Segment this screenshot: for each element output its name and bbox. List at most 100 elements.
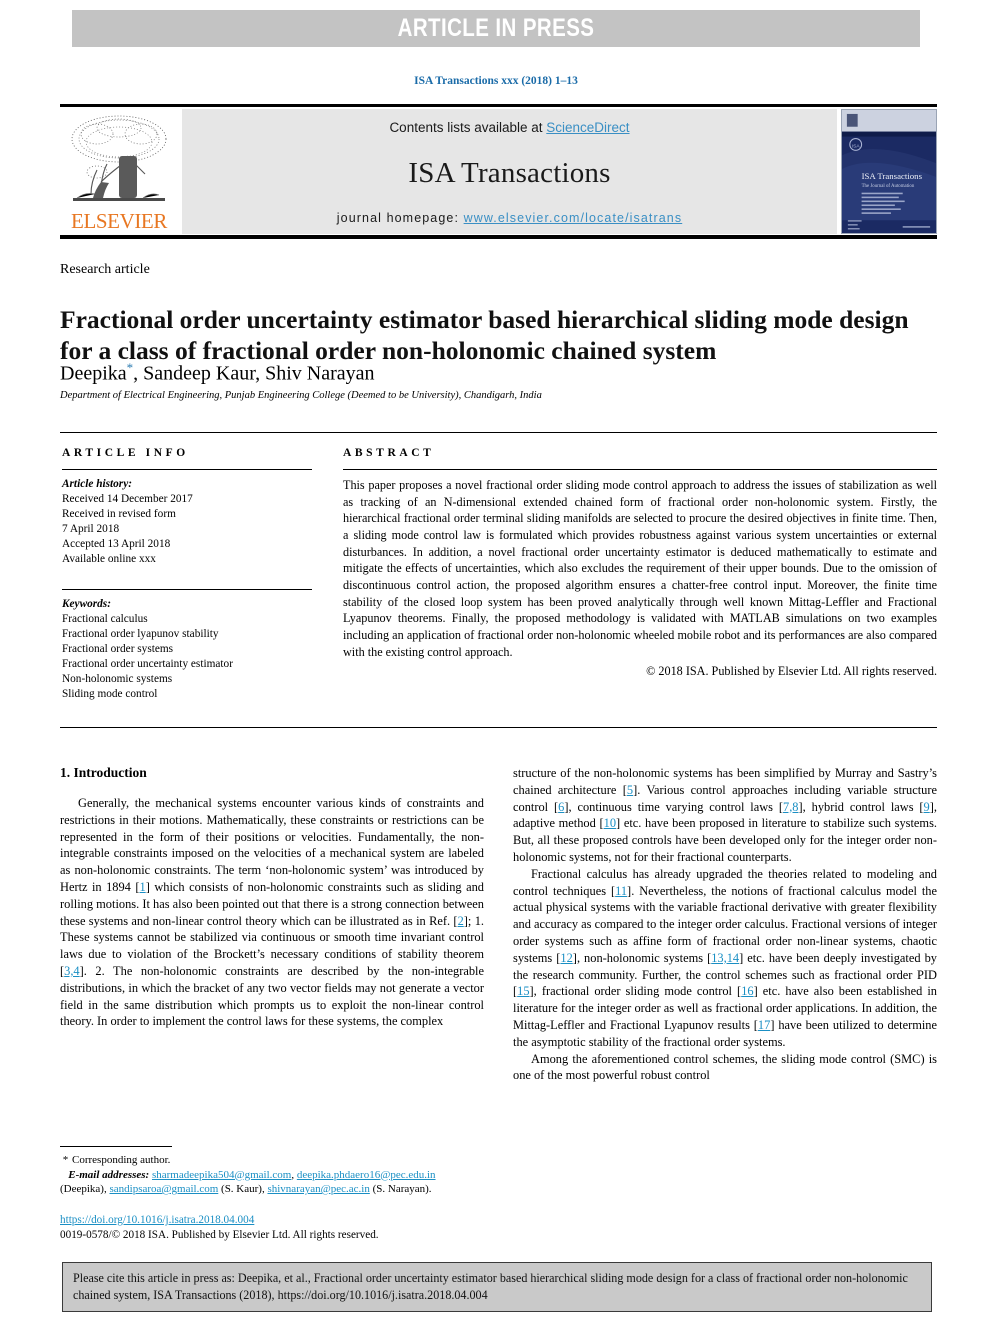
article-type-label: Research article	[60, 262, 150, 277]
history-item: Accepted 13 April 2018	[62, 538, 171, 551]
email-link-4[interactable]: shivnarayan@pec.ac.in	[267, 1183, 369, 1195]
elsevier-wordmark: ELSEVIER	[71, 209, 167, 233]
citation-ref-16[interactable]: 16	[741, 984, 753, 998]
body-column-right: structure of the non-holonomic systems h…	[513, 765, 937, 1084]
citation-ref-13-14[interactable]: 13,14	[711, 951, 739, 965]
elsevier-logo: ELSEVIER	[60, 109, 178, 234]
keyword-item: Fractional calculus	[62, 613, 148, 626]
author-deepika: Deepika	[60, 362, 127, 385]
email-link-1[interactable]: sharmadeepika504@gmail.com	[152, 1169, 291, 1181]
running-head: ISA Transactions xxx (2018) 1–13	[414, 75, 578, 87]
citation-ref-1[interactable]: 1	[140, 880, 146, 894]
para-text: , fractional order sliding mode control	[533, 984, 738, 999]
email-owner-4: (S. Narayan).	[369, 1183, 432, 1196]
contents-lists-line: Contents lists available at ScienceDirec…	[389, 120, 629, 135]
history-item: 7 April 2018	[62, 523, 120, 536]
svg-text:ISA Transactions: ISA Transactions	[862, 171, 923, 181]
para-text: , continuous time varying control laws	[568, 799, 779, 814]
elsevier-tree-icon	[67, 112, 171, 210]
para-text: , hybrid control laws	[802, 799, 920, 814]
svg-text:The Journal of Automation: The Journal of Automation	[862, 184, 915, 189]
corresponding-author-star: *	[62, 1154, 70, 1166]
abstract-rule	[343, 469, 937, 470]
abstract-heading: ABSTRACT	[343, 447, 435, 459]
keyword-item: Sliding mode control	[62, 688, 158, 701]
keyword-item: Fractional order systems	[62, 643, 174, 656]
info-band-bottom-rule	[60, 727, 937, 728]
contents-lists-prefix: Contents lists available at	[389, 120, 547, 135]
corresponding-author-text: Corresponding author.	[72, 1154, 171, 1166]
journal-cover-thumbnail: ISA ISA Transactions The Journal of Auto…	[841, 109, 937, 234]
citation-ref-10[interactable]: 10	[604, 816, 616, 830]
article-info-rule	[62, 469, 312, 470]
masthead-top-rule	[60, 104, 937, 107]
keyword-item: Non-holonomic systems	[62, 673, 173, 686]
email-link-2[interactable]: deepika.phdaero16@pec.edu.in	[297, 1169, 436, 1181]
info-band-top-rule	[60, 432, 937, 433]
journal-homepage-line: journal homepage: www.elsevier.com/locat…	[337, 211, 682, 225]
citation-ref-15[interactable]: 15	[517, 984, 529, 998]
section-heading-introduction: 1. Introduction	[60, 765, 147, 780]
para-text: , non-holonomic systems	[576, 950, 708, 965]
keyword-item: Fractional order uncertainty estimator	[62, 658, 233, 671]
corresponding-author-note: * Corresponding author.	[60, 1153, 484, 1168]
cite-this-article-text: Please cite this article in press as: De…	[73, 1271, 908, 1302]
masthead-body: ELSEVIER Contents lists available at Sci…	[60, 109, 937, 234]
article-in-press-banner: ARTICLE IN PRESS	[72, 10, 920, 47]
footnote-rule	[60, 1146, 172, 1147]
article-info-column: ARTICLE INFO Article history: Received 1…	[62, 447, 312, 702]
page-title: Fractional order uncertainty estimator b…	[60, 305, 909, 365]
email-addresses-note: E-mail addresses: sharmadeepika504@gmail…	[60, 1168, 436, 1196]
journal-title: ISA Transactions	[408, 156, 611, 189]
cite-this-article-box: Please cite this article in press as: De…	[62, 1262, 932, 1312]
citation-ref-6[interactable]: 6	[558, 800, 564, 814]
masthead-bottom-rule	[60, 235, 937, 239]
masthead-center-panel: Contents lists available at ScienceDirec…	[182, 109, 837, 234]
abstract-copyright: © 2018 ISA. Published by Elsevier Ltd. A…	[646, 664, 937, 679]
issn-copyright-line: 0019-0578/© 2018 ISA. Published by Elsev…	[60, 1229, 379, 1242]
paragraph-intro-2: Fractional calculus has already upgraded…	[513, 866, 938, 1049]
journal-homepage-label: journal homepage:	[336, 211, 464, 225]
citation-ref-2[interactable]: 2	[458, 914, 464, 928]
sciencedirect-link[interactable]: ScienceDirect	[546, 120, 629, 135]
paragraph-intro-3: Among the aforementioned control schemes…	[513, 1051, 937, 1083]
keywords-block: Keywords: Fractional calculus Fractional…	[62, 597, 312, 702]
author-list-rest: , Sandeep Kaur, Shiv Narayan	[133, 362, 375, 385]
article-info-heading: ARTICLE INFO	[62, 447, 189, 459]
article-in-press-label: ARTICLE IN PRESS	[397, 14, 595, 42]
history-item: Received 14 December 2017	[62, 493, 193, 506]
citation-ref-3-4[interactable]: 3,4	[64, 964, 80, 978]
email-owner-3: (S. Kaur),	[218, 1183, 268, 1196]
author-list: Deepika*, Sandeep Kaur, Shiv Narayan	[60, 360, 375, 386]
doi-link[interactable]: https://doi.org/10.1016/j.isatra.2018.04…	[60, 1214, 254, 1226]
footnote-block: * Corresponding author. E-mail addresses…	[60, 1146, 484, 1197]
paragraph-intro-1-cont: structure of the non-holonomic systems h…	[513, 766, 937, 864]
journal-homepage-link[interactable]: www.elsevier.com/locate/isatrans	[464, 211, 683, 225]
email-owner-1: (Deepika),	[60, 1183, 110, 1196]
body-column-left: 1. Introduction Generally, the mechanica…	[60, 765, 484, 1030]
doi-block: https://doi.org/10.1016/j.isatra.2018.04…	[60, 1213, 500, 1243]
history-item: Received in revised form	[62, 508, 176, 521]
abstract-column: ABSTRACT This paper proposes a novel fra…	[343, 447, 937, 679]
author-affiliation: Department of Electrical Engineering, Pu…	[60, 390, 542, 401]
history-item: Available online xxx	[62, 553, 156, 566]
abstract-text: This paper proposes a novel fractional o…	[343, 478, 937, 659]
citation-ref-5[interactable]: 5	[627, 783, 633, 797]
journal-masthead: ELSEVIER Contents lists available at Sci…	[60, 104, 937, 239]
article-history-block: Article history: Received 14 December 20…	[62, 477, 312, 567]
para-text: . 2. The non-holonomic constraints are d…	[60, 963, 484, 1029]
paragraph-intro-1: Generally, the mechanical systems encoun…	[60, 796, 484, 1029]
email-link-3[interactable]: sandipsaroa@gmail.com	[109, 1183, 218, 1195]
keywords-label: Keywords:	[62, 598, 111, 611]
email-addresses-label: E-mail addresses:	[68, 1168, 150, 1181]
article-history-label: Article history:	[62, 478, 132, 490]
citation-ref-17[interactable]: 17	[758, 1018, 770, 1032]
keyword-item: Fractional order lyapunov stability	[62, 628, 219, 641]
citation-ref-7-8[interactable]: 7,8	[783, 800, 799, 814]
keywords-rule	[62, 589, 312, 591]
citation-ref-12[interactable]: 12	[560, 951, 572, 965]
citation-ref-9[interactable]: 9	[924, 800, 930, 814]
citation-ref-11[interactable]: 11	[615, 884, 627, 898]
svg-text:ISA: ISA	[852, 143, 861, 149]
